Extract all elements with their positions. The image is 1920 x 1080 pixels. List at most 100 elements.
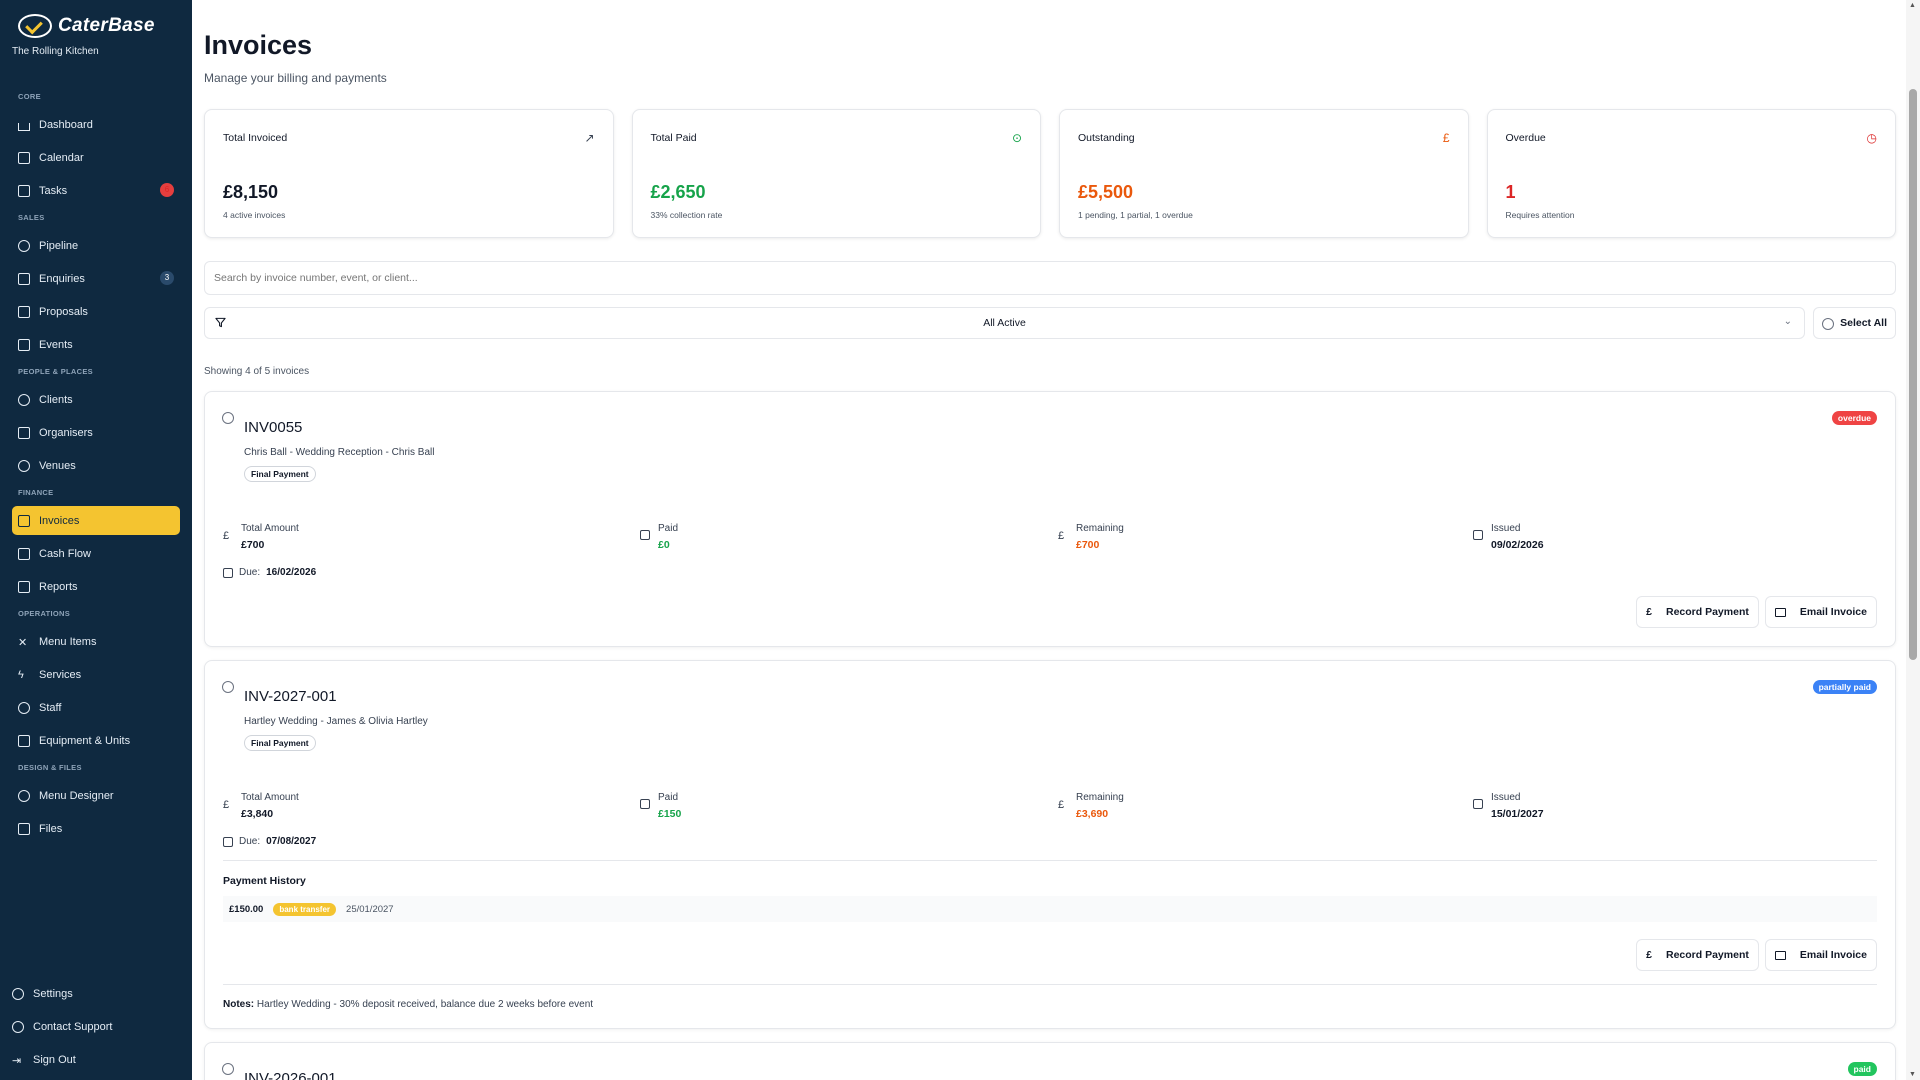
sidebar-item-cash-flow[interactable]: Cash Flow: [12, 537, 180, 570]
sidebar-item-invoices[interactable]: Invoices: [12, 506, 180, 535]
invoice-select-radio[interactable]: [222, 412, 234, 424]
clock-icon: ◷: [1866, 131, 1877, 145]
card-subtitle: Requires attention: [1505, 210, 1575, 220]
card-subtitle: 4 active invoices: [223, 210, 286, 220]
sidebar-item-venues[interactable]: Venues: [12, 449, 180, 482]
notes-label: Notes:: [223, 999, 255, 1010]
sidebar-item-clients[interactable]: Clients: [12, 383, 180, 416]
invoice-card: INV-2026-001 paid: [204, 1042, 1896, 1080]
metric-value: 15/01/2027: [1491, 808, 1544, 820]
invoice-actions: £ Record Payment Email Invoice: [1636, 596, 1877, 628]
trend-up-icon: ↗: [584, 131, 595, 145]
payment-history-title: Payment History: [223, 875, 306, 887]
sidebar-item-menu-designer[interactable]: Menu Designer: [12, 779, 180, 812]
checkbox-icon: [18, 184, 30, 197]
sidebar-item-label: Clients: [39, 393, 73, 406]
pound-icon: £: [1058, 530, 1065, 542]
brand-name: CaterBase: [58, 15, 155, 36]
sidebar-item-enquiries[interactable]: Enquiries 3: [12, 262, 180, 295]
invoice-number[interactable]: INV-2027-001: [244, 688, 337, 705]
sidebar-item-label: Sign Out: [33, 1053, 76, 1066]
organisation-name: The Rolling Kitchen: [12, 46, 99, 57]
sidebar-item-events[interactable]: Events: [12, 328, 180, 361]
calculator-icon: [18, 547, 30, 560]
invoice-select-radio[interactable]: [222, 1063, 234, 1075]
select-all-radio[interactable]: [1822, 318, 1834, 330]
sidebar-item-sign-out[interactable]: ⇥ Sign Out: [6, 1043, 176, 1076]
metric-label: Remaining: [1076, 523, 1124, 534]
select-all-label: Select All: [1840, 317, 1887, 329]
card-subtitle: 1 pending, 1 partial, 1 overdue: [1078, 210, 1193, 220]
sidebar-item-label: Staff: [39, 701, 62, 714]
search-input[interactable]: [204, 261, 1896, 295]
card-subtitle: 33% collection rate: [650, 210, 723, 220]
payment-history-row: £150.00 bank transfer 25/01/2027: [223, 896, 1877, 922]
scroll-thumb[interactable]: [1909, 89, 1917, 660]
enquiries-count-badge: 3: [160, 271, 174, 285]
receipt-icon: [640, 530, 650, 543]
sidebar-item-settings[interactable]: Settings: [6, 977, 176, 1010]
page-scrollbar[interactable]: ▲ ▼: [1906, 0, 1920, 1080]
divider: [223, 984, 1877, 985]
sidebar-item-equipment-units[interactable]: Equipment & Units: [12, 724, 180, 757]
status-badge: paid: [1847, 1062, 1877, 1076]
select-all-button[interactable]: Select All: [1813, 307, 1896, 339]
map-pin-icon: [18, 459, 30, 472]
calendar-icon: [223, 836, 233, 847]
record-payment-button[interactable]: £ Record Payment: [1636, 939, 1759, 971]
sidebar-item-label: Files: [39, 822, 63, 835]
mail-icon: [1774, 950, 1786, 960]
sidebar-item-staff[interactable]: Staff: [12, 691, 180, 724]
sidebar-item-services[interactable]: ϟ Services: [12, 658, 180, 691]
sidebar-item-files[interactable]: Files: [12, 812, 180, 845]
scroll-up-arrow-icon[interactable]: ▲: [1909, 2, 1916, 9]
invoice-description: Chris Ball - Wedding Reception - Chris B…: [244, 447, 435, 458]
home-icon: [18, 122, 30, 131]
sidebar-item-proposals[interactable]: Proposals: [12, 295, 180, 328]
sidebar-footer: Settings Contact Support ⇥ Sign Out: [6, 977, 176, 1076]
sidebar-item-label: Menu Designer: [39, 789, 114, 802]
utensils-icon: ✕: [18, 636, 28, 649]
metric-value: £700: [1076, 539, 1100, 551]
invoice-actions: £ Record Payment Email Invoice: [1636, 939, 1877, 971]
sidebar-item-label: Calendar: [39, 151, 84, 164]
invoice-number[interactable]: INV-2026-001: [244, 1070, 337, 1080]
button-label: Record Payment: [1666, 606, 1749, 618]
invoice-number[interactable]: INV0055: [244, 419, 302, 436]
email-invoice-button[interactable]: Email Invoice: [1764, 596, 1877, 628]
lightning-icon: ϟ: [18, 668, 24, 681]
button-label: Record Payment: [1666, 949, 1749, 961]
sidebar-item-pipeline[interactable]: Pipeline: [12, 229, 180, 262]
invoice-select-radio[interactable]: [222, 681, 234, 693]
scroll-down-arrow-icon[interactable]: ▼: [1909, 1071, 1916, 1078]
sidebar-item-contact-support[interactable]: Contact Support: [6, 1010, 176, 1043]
document-icon: [18, 305, 30, 318]
sidebar-item-reports[interactable]: Reports: [12, 570, 180, 603]
sidebar-item-dashboard[interactable]: Dashboard: [12, 108, 180, 141]
invoice-icon: [18, 514, 30, 527]
nav-section-core: CORE: [18, 92, 41, 101]
logo-icon: [18, 14, 52, 38]
sidebar-item-label: Dashboard: [39, 118, 93, 131]
sidebar-item-calendar[interactable]: Calendar: [12, 141, 180, 174]
sidebar-item-label: Enquiries: [39, 272, 85, 285]
sidebar-item-tasks[interactable]: Tasks 6: [12, 174, 180, 207]
invoice-notes: Notes: Hartley Wedding - 30% deposit rec…: [223, 999, 593, 1010]
summary-card-overdue: Overdue ◷ 1 Requires attention: [1486, 109, 1896, 238]
record-payment-button[interactable]: £ Record Payment: [1636, 596, 1759, 628]
sidebar-item-label: Invoices: [39, 514, 80, 527]
invoice-type-tag: Final Payment: [244, 735, 316, 751]
receipt-icon: [640, 799, 650, 812]
divider: [223, 860, 1877, 861]
due-label: Due:: [239, 836, 261, 847]
sidebar-item-menu-items[interactable]: ✕ Menu Items: [12, 625, 180, 658]
card-value: £5,500: [1078, 182, 1134, 202]
invoice-type-tag: Final Payment: [244, 466, 316, 482]
button-label: Email Invoice: [1799, 949, 1867, 961]
invoice-card: INV-2027-001 Hartley Wedding - James & O…: [204, 660, 1896, 1029]
brand[interactable]: CaterBase: [18, 14, 155, 38]
email-invoice-button[interactable]: Email Invoice: [1764, 939, 1877, 971]
check-circle-icon: ⊙: [1011, 131, 1022, 145]
sidebar-item-organisers[interactable]: Organisers: [12, 416, 180, 449]
status-filter-select[interactable]: All Active ⌄: [204, 307, 1805, 339]
